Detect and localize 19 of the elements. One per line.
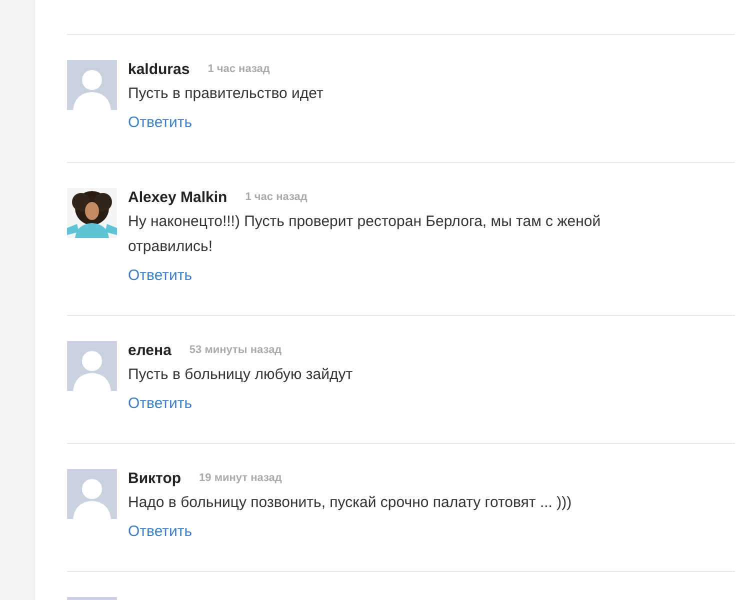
comment-time: 53 минуты назад xyxy=(189,344,282,356)
avatar-icon xyxy=(67,60,117,110)
comment-time: 1 час назад xyxy=(245,191,308,203)
author-name: kalduras xyxy=(128,60,190,78)
comment-time: 19 минут назад xyxy=(199,472,282,484)
avatar-icon xyxy=(67,341,117,391)
author-name: елена xyxy=(128,342,172,358)
comment-text: Пусть в больницу любую зайдут xyxy=(128,365,354,385)
avatar-icon xyxy=(67,469,117,519)
comment-text: Надо в больницу позвонить, пускай срочно палату готовят ... ))) xyxy=(128,493,573,513)
comment-text: Пусть в правительство идет xyxy=(128,84,324,104)
comment-text: Ну наконецто!!!) Пусть проверит ресторан Берлога, мы там с женой отравились! xyxy=(128,212,602,257)
reply-link[interactable]: Ответить xyxy=(128,263,192,289)
author-name: Виктор xyxy=(128,470,182,486)
reply-link[interactable]: Ответить xyxy=(128,391,192,417)
reply-link[interactable]: Ответить xyxy=(128,519,192,545)
comment-time: 1 час назад xyxy=(208,63,270,75)
author-name: Alexey Malkin xyxy=(128,188,228,206)
reply-link[interactable]: Ответить xyxy=(128,110,192,136)
